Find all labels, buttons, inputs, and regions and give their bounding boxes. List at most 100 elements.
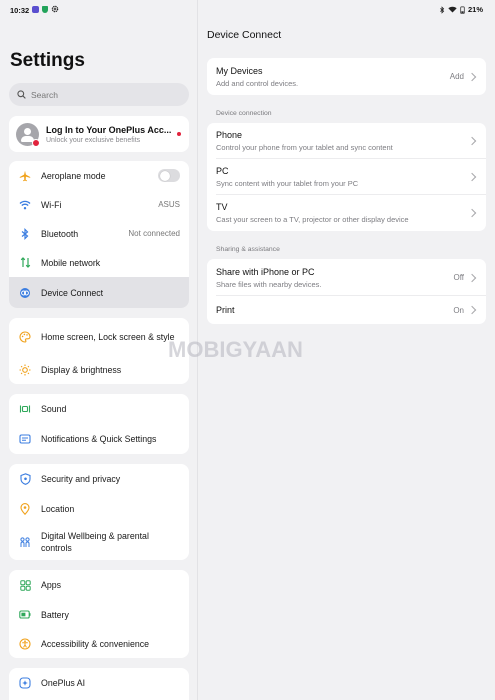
airplane-icon (18, 169, 32, 183)
sidebar-item-bluetooth[interactable]: Bluetooth Not connected (9, 219, 189, 248)
device-connection-phone[interactable]: Phone Control your phone from your table… (207, 123, 486, 159)
print-status-value: On (453, 305, 464, 315)
sidebar-item-digital-wellbeing[interactable]: Digital Wellbeing & parental controls (9, 523, 189, 560)
device-connect-icon (18, 286, 32, 300)
bluetooth-icon (18, 227, 32, 241)
row-title: PC (216, 166, 229, 176)
sidebar-item-label: Sound (41, 404, 67, 414)
sidebar-item-mobile-network[interactable]: Mobile network (9, 248, 189, 277)
account-card[interactable]: Log In to Your OnePlus Acc... Unlock you… (9, 116, 189, 152)
sidebar-item-label: OnePlus AI (41, 678, 86, 688)
apps-icon (18, 578, 32, 592)
palette-icon (18, 330, 32, 344)
security-group: Security and privacy Location Digital We… (9, 464, 189, 560)
alert-dot (32, 138, 40, 147)
sidebar-item-label: Accessibility & convenience (41, 638, 150, 649)
bluetooth-status-value: Not connected (128, 229, 180, 238)
wellbeing-icon (18, 535, 32, 549)
sidebar-item-label: Digital Wellbeing & parental controls (41, 530, 149, 553)
chevron-right-icon (467, 273, 477, 282)
avatar (16, 122, 40, 147)
share-status-value: Off (453, 273, 464, 282)
sidebar-item-label: Security and privacy (41, 474, 121, 484)
notification-dot (177, 132, 181, 136)
sidebar-item-device-connect[interactable]: Device Connect (9, 277, 189, 308)
sidebar-item-label: Aeroplane mode (41, 170, 106, 181)
row-subtitle: Control your phone from your tablet and … (216, 143, 393, 152)
sound-notifications-group: Sound Notifications & Quick Settings (9, 394, 189, 454)
sidebar-item-apps[interactable]: Apps (9, 570, 189, 600)
notifications-icon (18, 432, 32, 446)
display-group: Home screen, Lock screen & style Display… (9, 318, 189, 384)
detail-title: Device Connect (207, 29, 282, 41)
sidebar-item-label: Mobile network (41, 257, 101, 268)
section-header-sharing: Sharing & assistance (216, 246, 280, 253)
sidebar-item-oneplus-ai[interactable]: OnePlus AI (9, 668, 189, 698)
sidebar-item-label: Bluetooth (41, 228, 79, 239)
sidebar-item-label: Wi-Fi (41, 199, 62, 210)
sidebar-item-notifications[interactable]: Notifications & Quick Settings (9, 424, 189, 454)
apps-group: Apps Battery Accessibility & convenience (9, 570, 189, 658)
row-subtitle: Cast your screen to a TV, projector or o… (216, 215, 409, 224)
sidebar-item-label: Apps (41, 580, 62, 590)
sidebar-item-sound[interactable]: Sound (9, 394, 189, 424)
row-subtitle: Add and control devices. (216, 78, 299, 88)
wifi-network-value: ASUS (158, 200, 180, 209)
wifi-icon (18, 198, 32, 212)
aeroplane-mode-toggle[interactable] (158, 169, 180, 182)
add-device-link[interactable]: Add (450, 72, 464, 81)
sidebar-item-label: Display & brightness (41, 364, 122, 375)
print-row[interactable]: Print On (207, 296, 486, 324)
ai-group: OnePlus AI (9, 668, 189, 700)
page-title: Settings (10, 50, 85, 71)
sidebar-item-display-brightness[interactable]: Display & brightness (9, 355, 189, 384)
sidebar-item-wifi[interactable]: Wi-Fi ASUS (9, 190, 189, 219)
accessibility-icon (18, 637, 32, 651)
sharing-card: Share with iPhone or PC Share files with… (207, 259, 486, 324)
device-connection-pc[interactable]: PC Sync content with your tablet from yo… (207, 159, 486, 195)
mobile-network-icon (18, 256, 32, 270)
my-devices-row[interactable]: My Devices Add and control devices. Add (207, 58, 486, 95)
sidebar-item-security[interactable]: Security and privacy (9, 464, 189, 494)
sidebar-item-label: Battery (41, 609, 69, 620)
row-subtitle: Sync content with your tablet from your … (216, 179, 359, 188)
sidebar-item-battery[interactable]: Battery (9, 600, 189, 629)
sidebar-item-location[interactable]: Location (9, 494, 189, 523)
sun-icon (18, 363, 32, 377)
row-subtitle: Share files with nearby devices. (216, 279, 322, 289)
search-bar[interactable] (9, 83, 189, 106)
status-right-icons: 21% (439, 5, 483, 14)
chevron-right-icon (467, 208, 477, 218)
watermark: MOBIGYAAN (168, 337, 303, 362)
sidebar-item-accessibility[interactable]: Accessibility & convenience (9, 629, 189, 658)
search-input[interactable] (31, 89, 171, 100)
share-with-iphone-row[interactable]: Share with iPhone or PC Share files with… (207, 259, 486, 296)
wifi-status-icon (448, 6, 457, 13)
sidebar-item-label: Location (41, 503, 75, 514)
search-icon (17, 90, 26, 99)
chevron-right-icon (467, 136, 477, 146)
shield-icon (18, 472, 32, 486)
device-connection-card: Phone Control your phone from your table… (207, 123, 486, 231)
bluetooth-status-icon (440, 5, 445, 14)
sidebar-item-label: Device Connect (41, 287, 104, 298)
account-title: Log In to Your OnePlus Acc... (46, 124, 172, 135)
sound-icon (18, 402, 32, 416)
sidebar-item-home-screen[interactable]: Home screen, Lock screen & style (9, 318, 189, 355)
device-connection-tv[interactable]: TV Cast your screen to a TV, projector o… (207, 195, 486, 231)
chevron-right-icon (467, 305, 477, 315)
my-devices-card: My Devices Add and control devices. Add (207, 58, 486, 95)
sidebar-item-label: Notifications & Quick Settings (41, 434, 157, 444)
battery-status-icon (460, 6, 465, 14)
sidebar-item-aeroplane-mode[interactable]: Aeroplane mode (9, 161, 189, 190)
ai-icon (18, 676, 32, 690)
row-title: My Devices (216, 65, 263, 76)
row-title: Share with iPhone or PC (216, 266, 315, 277)
chevron-right-icon (467, 172, 477, 182)
row-title: TV (216, 202, 228, 212)
sidebar-item-label: Home screen, Lock screen & style (41, 331, 175, 342)
battery-icon (18, 608, 32, 622)
connectivity-group: Aeroplane mode Wi-Fi ASUS Bluetooth Not … (9, 161, 189, 308)
row-title: Print (216, 305, 235, 315)
account-subtitle: Unlock your exclusive benefits (46, 136, 141, 144)
